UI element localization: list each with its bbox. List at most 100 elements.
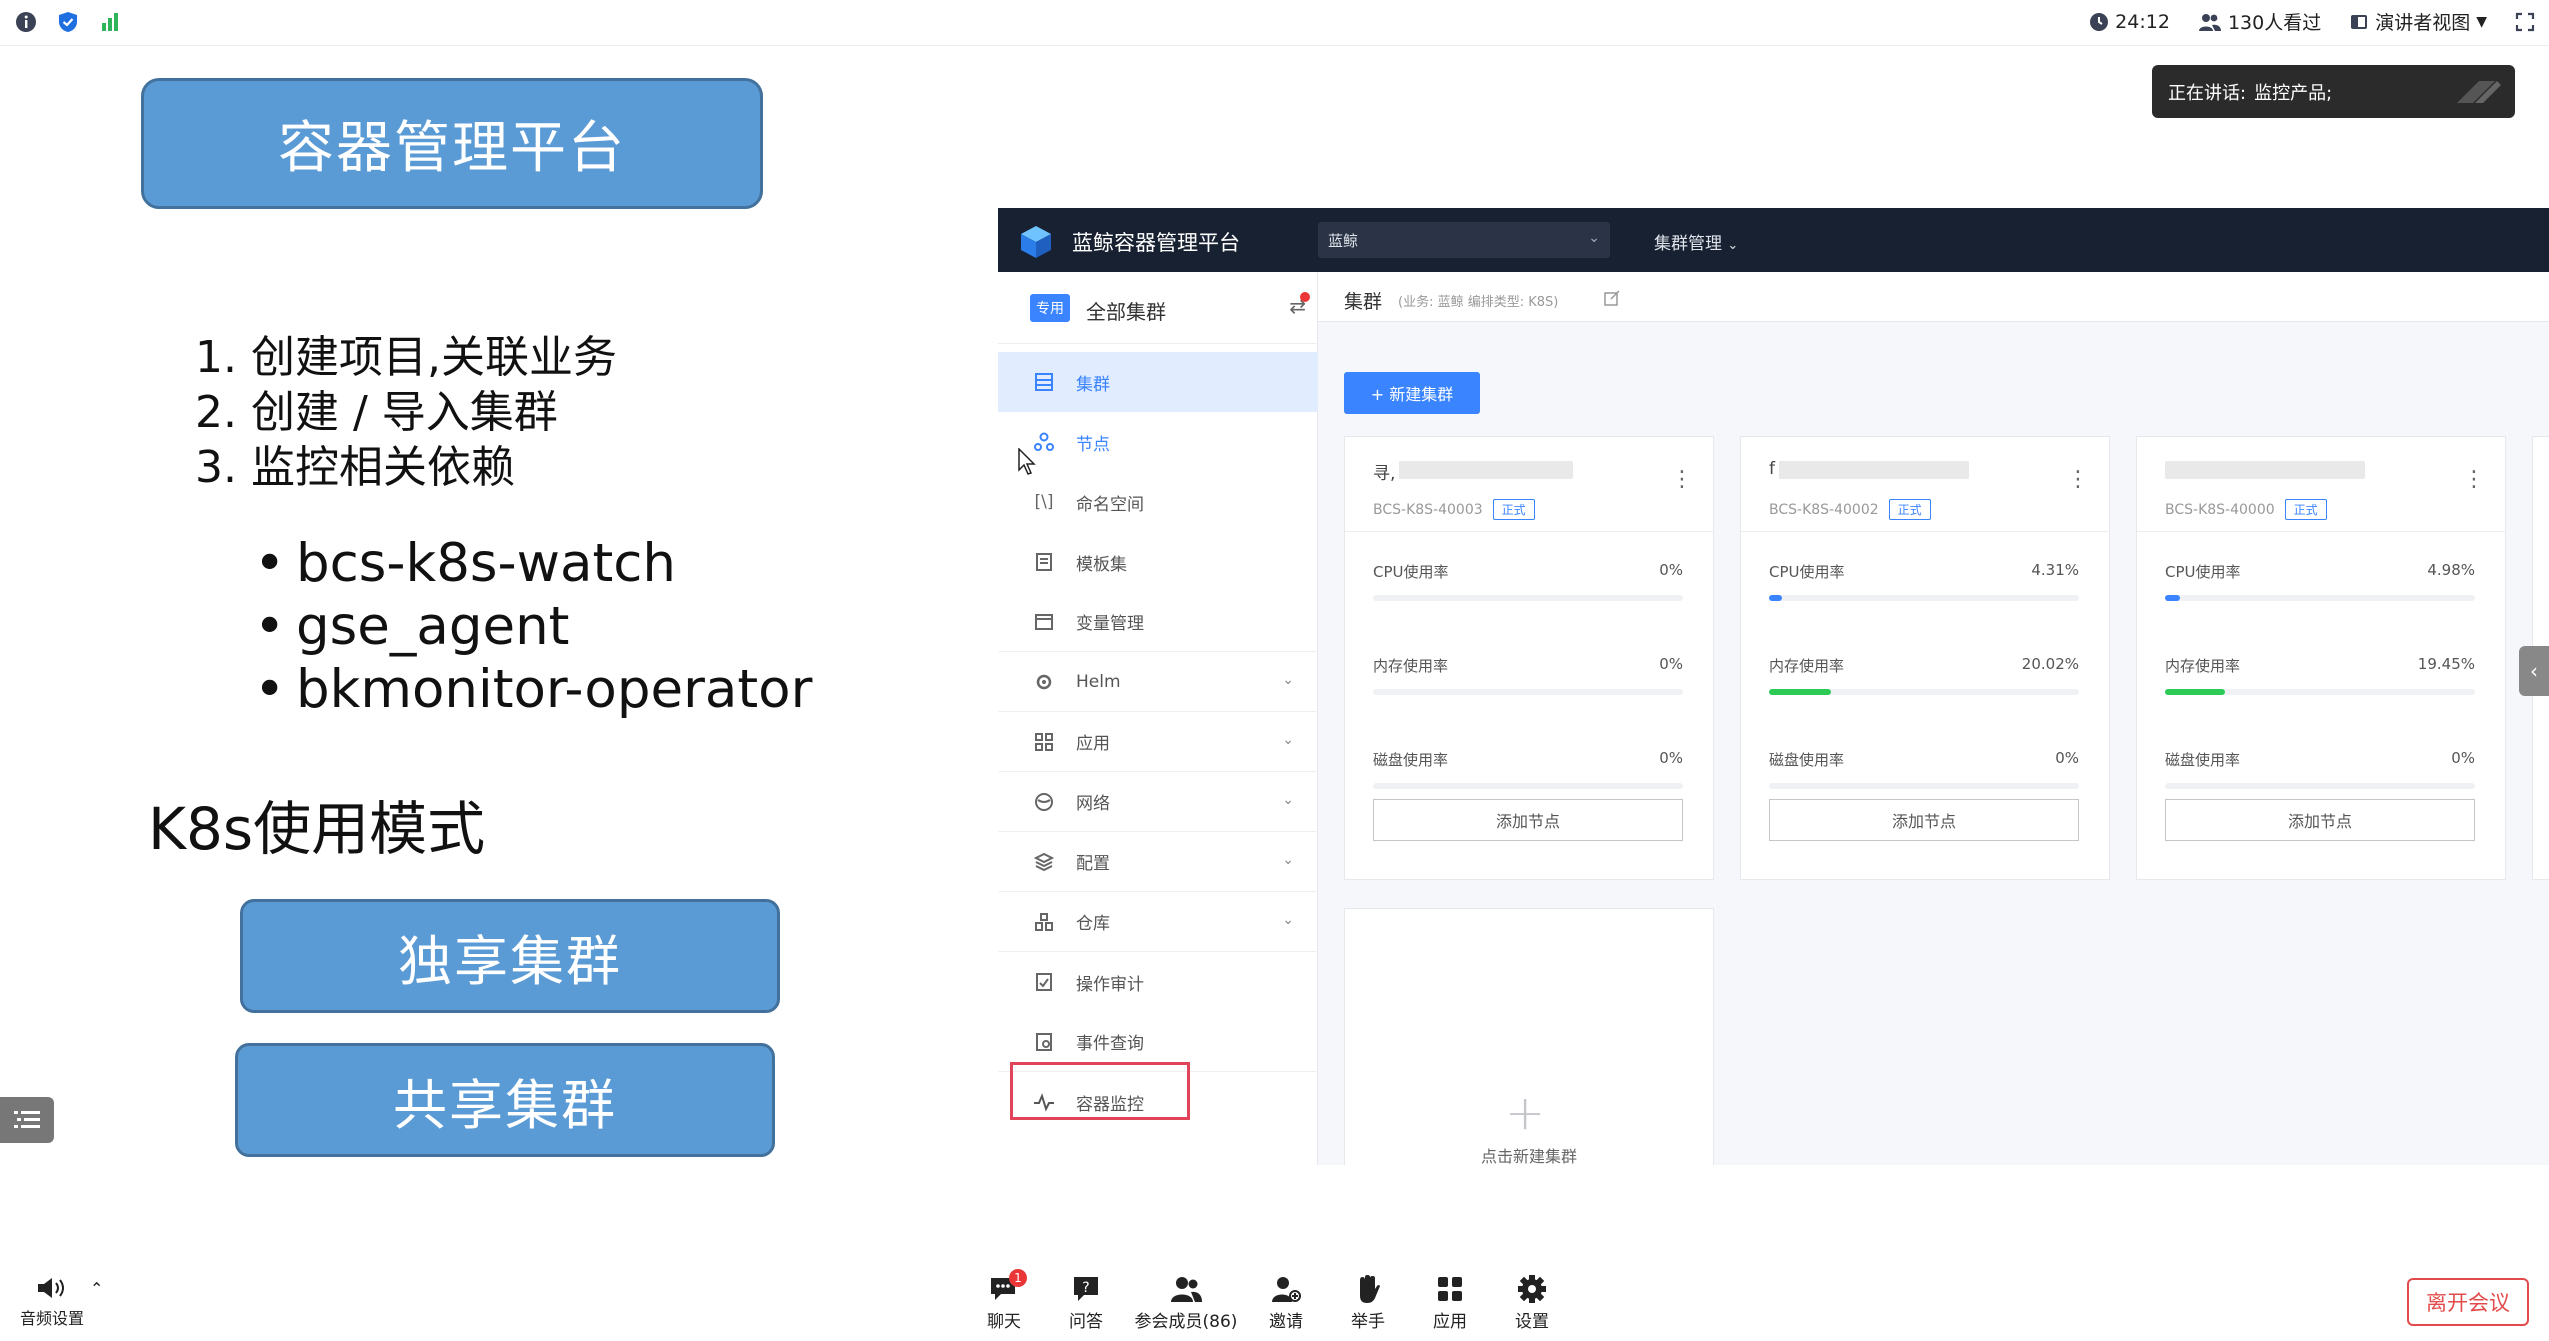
k8s-heading: K8s使用模式 [148, 795, 486, 863]
cpu-metric: CPU使用率 4.98% [2165, 561, 2475, 601]
presenter-view-icon [2351, 14, 2368, 29]
audio-settings-label: 音频设置 [20, 1309, 85, 1328]
audio-settings-button[interactable]: ⌃ 音频设置 [20, 1275, 103, 1329]
signal-icon[interactable] [98, 10, 122, 34]
add-node-button[interactable]: 添加节点 [1769, 799, 2079, 841]
highlight-box [1010, 1062, 1190, 1120]
chevron-left-icon: ‹ [2530, 659, 2538, 683]
meeting-topbar: 24:12 130人看过 演讲者视图 ▼ [0, 0, 2549, 46]
cluster-id: BCS-K8S-40003 正式 [1373, 499, 1535, 520]
config-icon [1032, 850, 1056, 874]
env-tag: 正式 [1492, 499, 1535, 520]
sidebar-item-config[interactable]: 配置 ⌄ [998, 832, 1318, 892]
project-select[interactable]: 蓝鲸 ⌄ [1318, 222, 1610, 258]
cluster-name: f [1769, 459, 1969, 479]
new-cluster-button[interactable]: + 新建集群 [1344, 372, 1480, 414]
more-options-icon[interactable]: ⋮ [2067, 467, 2089, 492]
env-tag: 正式 [2284, 499, 2327, 520]
sidebar-item-app[interactable]: 应用 ⌄ [998, 712, 1318, 772]
cluster-switcher[interactable]: 专用 全部集群 ⇄ [998, 272, 1318, 344]
sidebar-item-helm[interactable]: Helm ⌄ [998, 652, 1318, 712]
apps-button[interactable]: 应用 [1409, 1271, 1491, 1332]
disk-metric: 磁盘使用率 0% [1373, 749, 1683, 789]
cluster-name [2165, 461, 2365, 479]
helm-icon [1032, 670, 1056, 694]
sidebar-item-audit[interactable]: 操作审计 [998, 952, 1318, 1012]
more-options-icon[interactable]: ⋮ [2463, 467, 2485, 492]
speaking-label: 正在讲话: [2168, 82, 2247, 104]
sidebar-item-namespace[interactable]: [\] 命名空间 [998, 472, 1318, 532]
info-icon[interactable] [14, 10, 38, 34]
outline-toggle-button[interactable] [0, 1097, 54, 1143]
cube-logo-icon [1021, 226, 1051, 258]
chevron-down-icon: ▼ [2476, 13, 2487, 30]
event-icon [1032, 1030, 1056, 1054]
step-item: 3. 监控相关依赖 [195, 442, 515, 493]
chat-button[interactable]: 1 聊天 [963, 1269, 1045, 1332]
sidebar-item-variable[interactable]: 变量管理 [998, 592, 1318, 652]
shield-icon[interactable] [56, 10, 80, 34]
settings-button[interactable]: 设置 [1491, 1271, 1573, 1332]
cluster-mgmt-menu[interactable]: 集群管理 ⌄ [1654, 229, 1738, 254]
dependency-item: bkmonitor-operator [250, 658, 812, 721]
cluster-card[interactable]: 寻, BCS-K8S-40003 正式 ⋮ CPU使用率 0% 内存使用率 0% 磁盘… [1344, 436, 1714, 880]
members-button[interactable]: 参会成员(86) [1127, 1271, 1245, 1332]
switch-icon[interactable]: ⇄ [1289, 292, 1310, 318]
sidebar-item-template[interactable]: 模板集 [998, 532, 1318, 592]
sidebar-item-cluster[interactable]: 集群 [998, 352, 1318, 412]
fullscreen-button[interactable] [2515, 12, 2535, 32]
cluster-main: 集群 (业务: 蓝鲸 编排类型: K8S) + 新建集群 寻, BCS-K8S-… [1318, 272, 2549, 1165]
step-item: 2. 创建 / 导入集群 [195, 387, 558, 438]
chevron-down-icon: ⌄ [1282, 732, 1294, 748]
people-icon [2198, 13, 2221, 31]
cpu-usage-bar [2165, 595, 2181, 601]
dependency-item: bcs-k8s-watch [250, 532, 812, 595]
chevron-down-icon: ⌄ [1588, 230, 1600, 246]
svg-text:?: ? [1082, 1280, 1089, 1296]
pencil-icon [2457, 81, 2501, 103]
invite-icon [1272, 1277, 1301, 1302]
more-options-icon[interactable]: ⋮ [1671, 467, 1693, 492]
sidebar-item-node[interactable]: 节点 [998, 412, 1318, 472]
speaking-indicator: 正在讲话: 监控产品; [2152, 65, 2515, 118]
all-clusters-label: 全部集群 [1086, 300, 1166, 324]
chevron-up-icon[interactable]: ⌃ [90, 1279, 103, 1298]
new-cluster-card[interactable]: + 点击新建集群 [1344, 908, 1714, 1165]
breadcrumb: 集群 (业务: 蓝鲸 编排类型: K8S) [1318, 272, 2549, 322]
cluster-card[interactable]: BCS-K8S-40000 正式 ⋮ CPU使用率 4.98% 内存使用率 19.45… [2136, 436, 2506, 880]
invite-button[interactable]: 邀请 [1245, 1271, 1327, 1332]
dependency-list: bcs-k8s-watch gse_agent bkmonitor-operat… [250, 532, 812, 721]
app-icon [1032, 730, 1056, 754]
chevron-down-icon: ⌄ [1282, 912, 1294, 928]
list-icon [14, 1111, 40, 1128]
namespace-icon: [\] [1034, 492, 1054, 512]
chevron-down-icon: ⌄ [1282, 792, 1294, 808]
memory-metric: 内存使用率 19.45% [2165, 655, 2475, 695]
qa-icon: ? [1074, 1277, 1098, 1301]
viewer-count[interactable]: 130人看过 [2198, 8, 2321, 35]
edit-icon[interactable] [1604, 290, 1620, 306]
qa-button[interactable]: ? 问答 [1045, 1271, 1127, 1332]
network-icon [1032, 790, 1056, 814]
unread-badge: 1 [1009, 1269, 1027, 1287]
app-name: 蓝鲸容器管理平台 [1072, 231, 1240, 255]
sidebar-menu: 集群 节点 [\] 命名空间 模板集 变量管理 Helm ⌄ 应用 ⌄ 网络 ⌄… [998, 352, 1318, 1132]
cluster-card[interactable]: f BCS-K8S-40002 正式 ⋮ CPU使用率 4.31% 内存使用率 20.… [1740, 436, 2110, 880]
sidebar-item-repo[interactable]: 仓库 ⌄ [998, 892, 1318, 952]
speaker-icon [38, 1278, 64, 1298]
collapse-panel-button[interactable]: ‹ [2519, 646, 2549, 696]
members-icon [1171, 1277, 1202, 1302]
cpu-metric: CPU使用率 4.31% [1769, 561, 2079, 601]
view-mode-dropdown[interactable]: 演讲者视图 ▼ [2349, 8, 2487, 35]
raise-hand-button[interactable]: 举手 [1327, 1271, 1409, 1332]
page-subtitle: (业务: 蓝鲸 编排类型: K8S) [1398, 295, 1559, 310]
leave-meeting-button[interactable]: 离开会议 [2407, 1278, 2529, 1326]
page-title: 集群 [1344, 291, 1383, 313]
bcs-screenshot: 蓝鲸容器管理平台 蓝鲸 ⌄ 集群管理 ⌄ 专用 全部集群 ⇄ 集群 节点 [\] [998, 208, 2549, 1165]
chevron-down-icon: ⌄ [1282, 672, 1294, 688]
raise-hand-icon [1360, 1275, 1380, 1303]
add-node-button[interactable]: 添加节点 [1373, 799, 1683, 841]
sidebar-item-network[interactable]: 网络 ⌄ [998, 772, 1318, 832]
add-node-button[interactable]: 添加节点 [2165, 799, 2475, 841]
disk-metric: 磁盘使用率 0% [2165, 749, 2475, 789]
